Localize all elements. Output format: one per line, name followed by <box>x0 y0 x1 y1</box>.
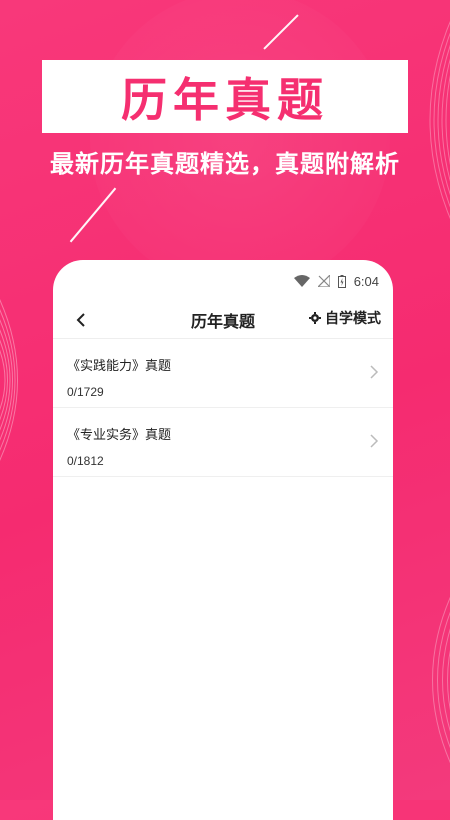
item-progress: 0/1729 <box>67 385 104 399</box>
battery-icon <box>337 274 346 288</box>
wifi-icon <box>293 275 310 287</box>
mode-label: 自学模式 <box>325 311 381 327</box>
phone-screen: 6:04 历年真题 自学模式 《实践能力》真题 0/1729 《专业实务》真题 … <box>53 260 393 820</box>
list-item[interactable]: 《实践能力》真题 0/1729 <box>53 339 393 408</box>
decorative-arcs-right-bottom <box>432 597 450 763</box>
status-time: 6:04 <box>353 273 379 289</box>
item-title: 《实践能力》真题 <box>67 359 172 374</box>
promo-title: 历年真题 <box>121 72 329 127</box>
chevron-right-icon <box>370 434 379 448</box>
app-bar: 历年真题 自学模式 <box>53 302 393 339</box>
decorative-arcs-left <box>0 299 18 461</box>
item-title: 《专业实务》真题 <box>67 428 172 443</box>
list-item[interactable]: 《专业实务》真题 0/1812 <box>53 408 393 477</box>
back-button[interactable] <box>69 308 93 332</box>
status-bar: 6:04 <box>53 260 393 302</box>
gear-icon <box>309 312 321 324</box>
self-study-mode-button[interactable]: 自学模式 <box>309 308 381 328</box>
item-progress: 0/1812 <box>67 454 104 468</box>
chevron-right-icon <box>370 365 379 379</box>
promo-subtitle: 最新历年真题精选，真题附解析 <box>50 150 400 178</box>
promo-banner: 历年真题 <box>42 60 408 133</box>
signal-icon <box>317 275 330 287</box>
back-icon <box>76 313 85 327</box>
